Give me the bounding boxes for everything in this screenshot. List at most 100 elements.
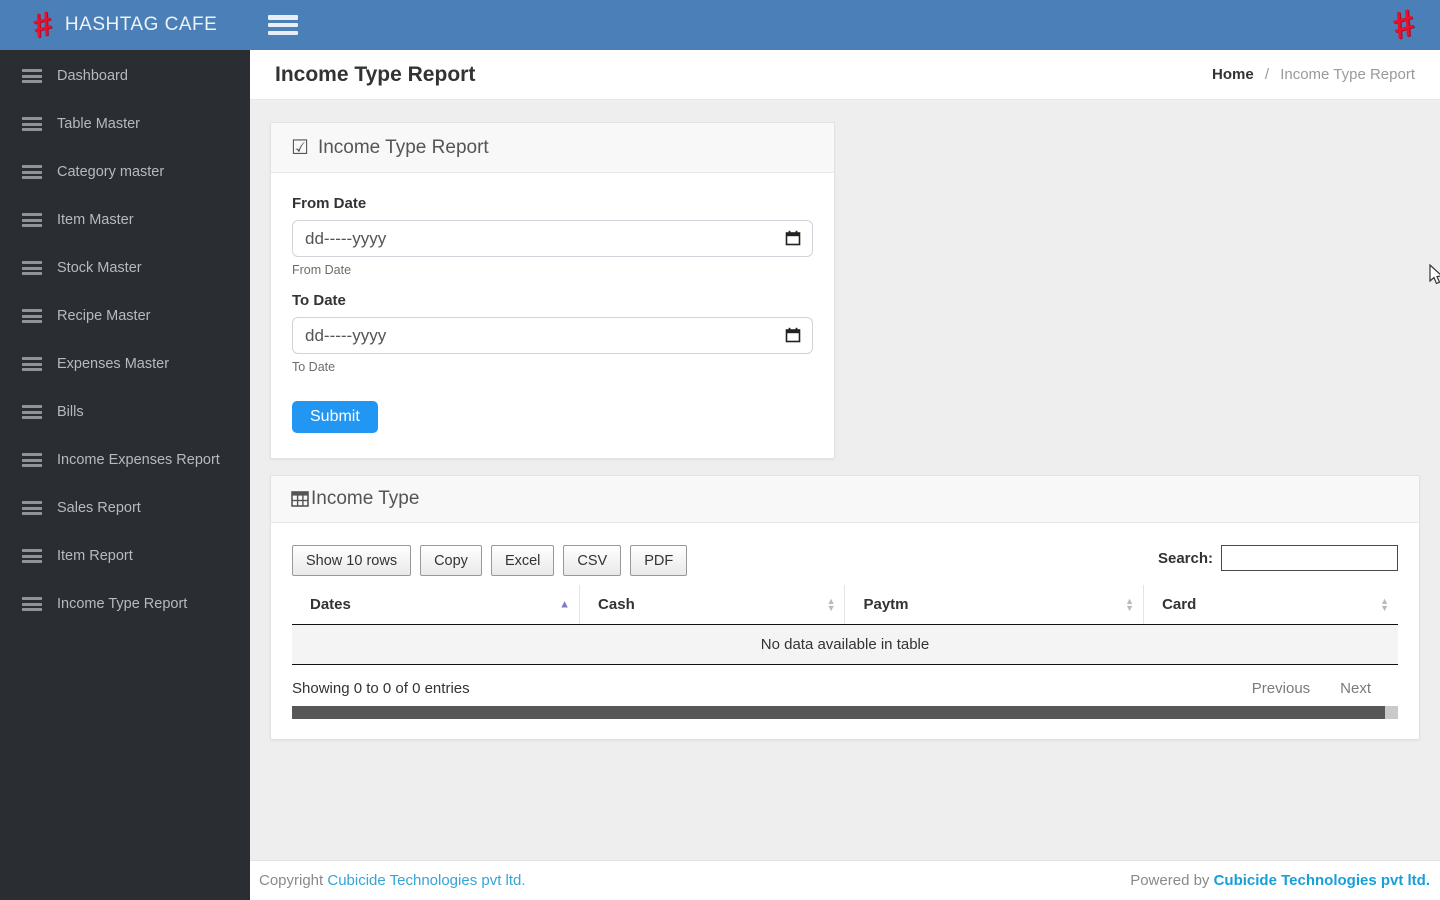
entries-info: Showing 0 to 0 of 0 entries bbox=[292, 680, 470, 697]
sidebar-item-label: Item Report bbox=[57, 548, 133, 564]
sidebar-item-sales-report[interactable]: Sales Report bbox=[0, 484, 250, 532]
menu-bars-icon bbox=[22, 405, 42, 419]
sidebar-item-recipe-master[interactable]: Recipe Master bbox=[0, 292, 250, 340]
menu-bars-icon bbox=[22, 597, 42, 611]
sidebar-toggle-button[interactable] bbox=[268, 15, 298, 35]
sidebar-item-label: Stock Master bbox=[57, 260, 142, 276]
to-date-input[interactable] bbox=[292, 317, 813, 354]
calendar-icon[interactable] bbox=[785, 327, 801, 343]
search-input[interactable] bbox=[1221, 545, 1398, 571]
menu-bars-icon bbox=[22, 69, 42, 83]
menu-bars-icon bbox=[22, 549, 42, 563]
column-header-dates[interactable]: Dates ▲ bbox=[292, 585, 581, 625]
sidebar-item-category-master[interactable]: Category master bbox=[0, 148, 250, 196]
table-header-row: Dates ▲ Cash ▲ ▼ Paytm ▲ ▼ Card ▲ ▼ bbox=[292, 585, 1398, 625]
footer: Copyright Cubicide Technologies pvt ltd.… bbox=[250, 860, 1440, 900]
menu-bars-icon bbox=[22, 213, 42, 227]
table-card-body: Show 10 rows Copy Excel CSV PDF Search: bbox=[271, 523, 1419, 739]
page-title: Income Type Report bbox=[275, 62, 476, 86]
datatable-toolbar: Show 10 rows Copy Excel CSV PDF Search: bbox=[292, 545, 1398, 576]
menu-bars-icon bbox=[22, 453, 42, 467]
menu-bars-icon bbox=[22, 501, 42, 515]
footer-powered: Powered by Cubicide Technologies pvt ltd… bbox=[1130, 872, 1430, 889]
export-buttons: Show 10 rows Copy Excel CSV PDF bbox=[292, 545, 696, 576]
calendar-icon[interactable] bbox=[785, 230, 801, 246]
sidebar: Dashboard Table Master Category master I… bbox=[0, 50, 250, 900]
table-card: Income Type Show 10 rows Copy Excel CSV … bbox=[270, 475, 1420, 740]
to-date-label: To Date bbox=[292, 292, 346, 309]
filter-card-body: From Date From Date To Date bbox=[271, 173, 834, 458]
menu-bars-icon bbox=[22, 261, 42, 275]
previous-page-button[interactable]: Previous bbox=[1237, 680, 1325, 697]
sidebar-item-label: Sales Report bbox=[57, 500, 141, 516]
from-date-label: From Date bbox=[292, 195, 367, 212]
sort-asc-icon: ▲ bbox=[559, 598, 571, 610]
menu-bars-icon bbox=[22, 357, 42, 371]
sidebar-item-bills[interactable]: Bills bbox=[0, 388, 250, 436]
pagination: Previous Next bbox=[1237, 680, 1386, 697]
table-icon bbox=[291, 491, 309, 507]
sidebar-item-label: Recipe Master bbox=[57, 308, 151, 324]
scrollbar-thumb[interactable] bbox=[292, 706, 1385, 719]
powered-by-link[interactable]: Cubicide Technologies pvt ltd. bbox=[1214, 872, 1430, 889]
sidebar-item-income-type-report[interactable]: Income Type Report bbox=[0, 580, 250, 628]
empty-message: No data available in table bbox=[292, 624, 1398, 665]
datatable-footer: Showing 0 to 0 of 0 entries Previous Nex… bbox=[292, 680, 1398, 697]
topbar-right: # bbox=[1387, 2, 1419, 48]
excel-button[interactable]: Excel bbox=[490, 545, 555, 576]
to-date-helper: To Date bbox=[292, 360, 336, 374]
sidebar-item-label: Income Type Report bbox=[57, 596, 188, 612]
column-header-cash[interactable]: Cash ▲ ▼ bbox=[579, 585, 846, 625]
sidebar-item-label: Income Expenses Report bbox=[57, 452, 220, 468]
breadcrumb-separator: / bbox=[1264, 66, 1270, 83]
sidebar-item-expenses-master[interactable]: Expenses Master bbox=[0, 340, 250, 388]
content: ☑ Income Type Report From Date From Date… bbox=[250, 100, 1440, 860]
checkbox-icon: ☑ bbox=[291, 137, 309, 159]
column-header-paytm[interactable]: Paytm ▲ ▼ bbox=[844, 585, 1145, 625]
page-header: Income Type Report Home / Income Type Re… bbox=[250, 50, 1440, 100]
sidebar-item-income-expenses-report[interactable]: Income Expenses Report bbox=[0, 436, 250, 484]
menu-bars-icon bbox=[22, 165, 42, 179]
copyright-link[interactable]: Cubicide Technologies pvt ltd. bbox=[327, 872, 525, 889]
filter-card: ☑ Income Type Report From Date From Date… bbox=[270, 122, 835, 459]
income-type-table: Dates ▲ Cash ▲ ▼ Paytm ▲ ▼ Card ▲ ▼ No d… bbox=[292, 585, 1398, 665]
brand-name: HASHTAG CAFE bbox=[64, 14, 218, 35]
filter-card-header: ☑ Income Type Report bbox=[271, 123, 834, 173]
from-date-input[interactable] bbox=[292, 220, 813, 257]
sidebar-item-item-master[interactable]: Item Master bbox=[0, 196, 250, 244]
table-search: Search: bbox=[1158, 545, 1398, 571]
sidebar-item-item-report[interactable]: Item Report bbox=[0, 532, 250, 580]
sidebar-item-label: Expenses Master bbox=[57, 356, 170, 372]
menu-bars-icon bbox=[22, 117, 42, 131]
sidebar-item-label: Table Master bbox=[57, 116, 141, 132]
show-rows-button[interactable]: Show 10 rows bbox=[292, 545, 412, 576]
sidebar-item-table-master[interactable]: Table Master bbox=[0, 100, 250, 148]
table-card-header: Income Type bbox=[271, 476, 1419, 523]
brand[interactable]: # HASHTAG CAFE bbox=[0, 4, 250, 46]
topbar: # HASHTAG CAFE # bbox=[0, 0, 1440, 50]
breadcrumb: Home / Income Type Report bbox=[1212, 66, 1415, 83]
sidebar-item-label: Item Master bbox=[57, 212, 134, 228]
pdf-button[interactable]: PDF bbox=[630, 545, 688, 576]
hamburger-icon bbox=[268, 15, 298, 20]
from-date-helper: From Date bbox=[292, 263, 352, 277]
next-page-button[interactable]: Next bbox=[1325, 680, 1386, 697]
sidebar-item-dashboard[interactable]: Dashboard bbox=[0, 52, 250, 100]
filter-card-title: Income Type Report bbox=[317, 136, 489, 158]
horizontal-scrollbar[interactable] bbox=[292, 706, 1398, 719]
copy-button[interactable]: Copy bbox=[420, 545, 482, 576]
column-header-card[interactable]: Card ▲ ▼ bbox=[1143, 585, 1398, 625]
sort-both-icon: ▲ ▼ bbox=[1380, 595, 1389, 613]
sort-both-icon: ▲ ▼ bbox=[826, 595, 836, 613]
breadcrumb-current: Income Type Report bbox=[1280, 66, 1415, 83]
breadcrumb-home-link[interactable]: Home bbox=[1212, 66, 1254, 83]
sidebar-item-stock-master[interactable]: Stock Master bbox=[0, 244, 250, 292]
main-area: Income Type Report Home / Income Type Re… bbox=[250, 50, 1440, 900]
submit-button[interactable]: Submit bbox=[292, 401, 378, 433]
sort-both-icon: ▲ ▼ bbox=[1125, 595, 1135, 613]
hashtag-logo-icon: # bbox=[28, 4, 57, 46]
empty-row: No data available in table bbox=[292, 624, 1398, 665]
csv-button[interactable]: CSV bbox=[563, 545, 622, 576]
to-date-wrap bbox=[292, 317, 813, 354]
from-date-wrap bbox=[292, 220, 813, 257]
